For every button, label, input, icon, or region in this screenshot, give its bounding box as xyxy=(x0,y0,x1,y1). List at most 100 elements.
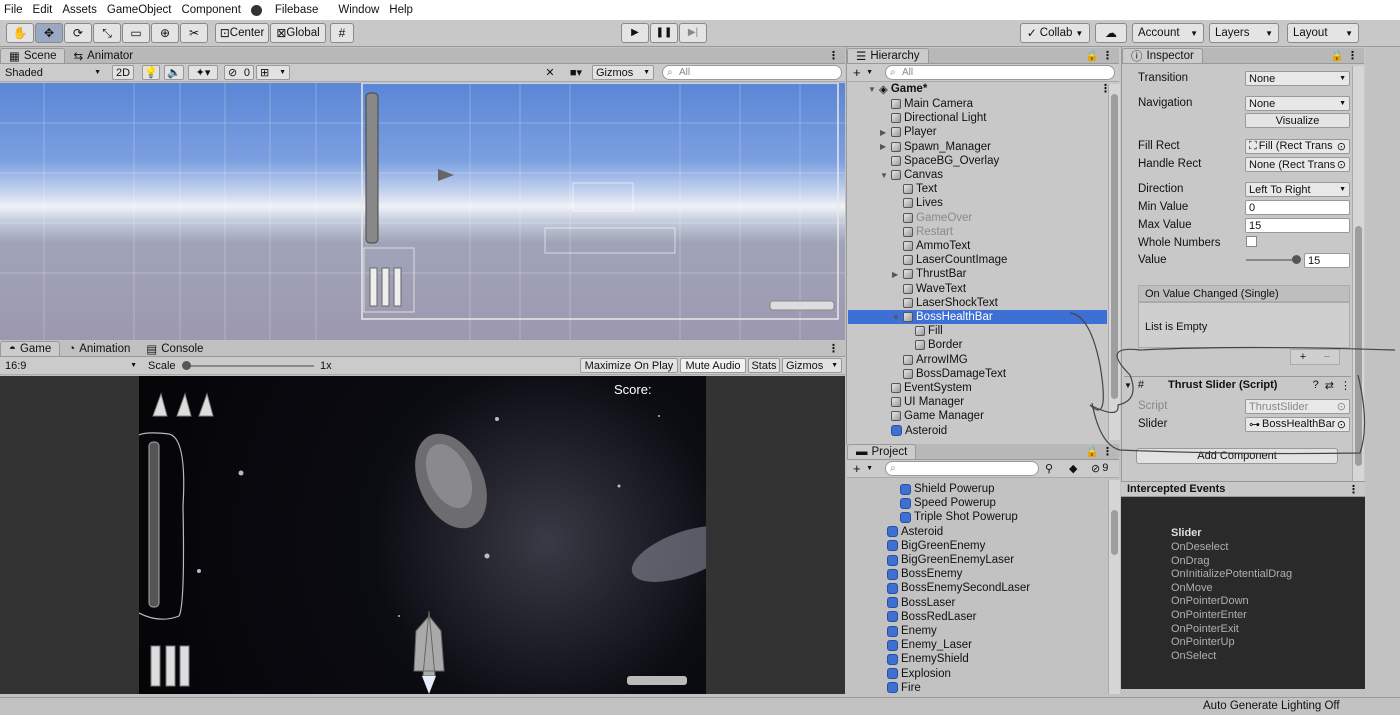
whole-numbers-checkbox[interactable] xyxy=(1246,236,1257,247)
fill-rect-field[interactable]: ⛶ Fill (Rect Trans ⊙ xyxy=(1245,139,1350,154)
rotate-tool-button[interactable]: ⟳ xyxy=(64,23,92,43)
project-item[interactable]: BigGreenEnemy xyxy=(887,539,985,553)
hierarchy-item[interactable]: ▶ ThrustBar xyxy=(892,267,967,281)
scene-search-input[interactable]: ⌕ All xyxy=(662,65,842,80)
scale-tool-button[interactable]: ⤡ xyxy=(93,23,121,43)
play-button[interactable]: ▶ xyxy=(621,23,649,43)
visualize-button[interactable]: Visualize xyxy=(1245,113,1350,128)
more-options-icon[interactable]: ⋮ xyxy=(1102,49,1113,62)
tab-game[interactable]: ◓ Game xyxy=(0,341,61,356)
custom-tool-button[interactable]: ✂ xyxy=(180,23,208,43)
aspect-dropdown[interactable]: 16:9 ▼ xyxy=(2,358,140,373)
lock-icon[interactable]: 🔒 xyxy=(1330,49,1344,62)
expand-arrow-icon[interactable]: ▼ xyxy=(892,313,900,322)
hierarchy-item[interactable]: LaserShockText xyxy=(892,296,998,310)
transform-tool-button[interactable]: ⊕ xyxy=(151,23,179,43)
grid-dropdown[interactable]: ⊞ ▼ xyxy=(256,65,290,80)
more-options-icon[interactable]: ⋮ xyxy=(828,342,839,355)
camera-dropdown[interactable]: ■▾ xyxy=(562,65,590,80)
maximize-on-play-toggle[interactable]: Maximize On Play xyxy=(580,358,678,373)
object-picker-icon[interactable]: ⊙ xyxy=(1337,140,1346,153)
max-value-input[interactable]: 15 xyxy=(1245,218,1350,233)
shading-dropdown[interactable]: Shaded ▼ xyxy=(2,65,104,80)
hierarchy-item[interactable]: WaveText xyxy=(892,282,966,296)
expand-arrow-icon[interactable]: ▼ xyxy=(880,171,888,180)
pause-button[interactable]: ❚❚ xyxy=(650,23,678,43)
value-input[interactable]: 15 xyxy=(1304,253,1350,268)
hierarchy-item[interactable]: UI Manager xyxy=(880,395,964,409)
hierarchy-item[interactable]: Border xyxy=(904,338,963,352)
hand-tool-button[interactable]: ✋ xyxy=(6,23,34,43)
effects-dropdown[interactable]: ✦▾ xyxy=(188,65,218,80)
hierarchy-item[interactable]: Text xyxy=(892,182,937,196)
hierarchy-item[interactable]: GameOver xyxy=(892,211,972,225)
rect-tool-button[interactable]: ▭ xyxy=(122,23,150,43)
scale-slider[interactable] xyxy=(182,361,314,370)
project-scrollbar[interactable] xyxy=(1108,480,1120,694)
tab-animator[interactable]: ⇆ Animator xyxy=(65,48,141,63)
tab-scene[interactable]: ▦ Scene xyxy=(0,48,66,63)
tab-console[interactable]: ▤ Console xyxy=(138,341,211,356)
space-toggle[interactable]: ⊠ Global xyxy=(270,23,326,43)
expand-arrow-icon[interactable]: ▶ xyxy=(892,270,900,279)
scene-viewport[interactable] xyxy=(0,83,845,340)
collab-dropdown[interactable]: ✓ Collab ▼ xyxy=(1020,23,1090,43)
stats-toggle[interactable]: Stats xyxy=(748,358,780,373)
project-item[interactable]: Asteroid xyxy=(887,525,943,539)
hierarchy-item[interactable]: SpaceBG_Overlay xyxy=(880,154,999,168)
menu-filebase[interactable]: Filebase xyxy=(250,4,328,16)
direction-dropdown[interactable]: Left To Right ▼ xyxy=(1245,182,1350,197)
game-viewport[interactable]: Score: xyxy=(139,376,706,694)
hierarchy-item[interactable]: Fill xyxy=(904,324,943,338)
project-item[interactable]: BossRedLaser xyxy=(887,610,976,624)
game-gizmos-dropdown[interactable]: Gizmos ▼ xyxy=(782,358,842,373)
hierarchy-item[interactable]: Lives xyxy=(892,196,943,210)
layout-dropdown[interactable]: Layout ▼ xyxy=(1287,23,1359,43)
menu-help[interactable]: Help xyxy=(389,4,413,16)
menu-file[interactable]: File xyxy=(4,4,23,16)
2d-toggle[interactable]: 2D xyxy=(112,65,134,80)
hierarchy-item[interactable]: Asteroid xyxy=(880,424,947,438)
snap-button[interactable]: # xyxy=(330,23,354,43)
expand-arrow-icon[interactable]: ▶ xyxy=(880,128,888,137)
tools-settings-button[interactable]: ✕ xyxy=(540,65,560,80)
pivot-toggle[interactable]: ⊡ Center xyxy=(215,23,269,43)
move-tool-button[interactable]: ✥ xyxy=(35,23,63,43)
menu-component[interactable]: Component xyxy=(181,4,240,16)
menu-gameobject[interactable]: GameObject xyxy=(107,4,172,16)
tab-inspector[interactable]: ⓘ Inspector xyxy=(1122,48,1203,63)
hierarchy-item[interactable]: Main Camera xyxy=(880,97,973,111)
scale-slider-handle[interactable] xyxy=(182,361,191,370)
hierarchy-item[interactable]: ▶ Player xyxy=(880,125,937,139)
layers-dropdown[interactable]: Layers ▼ xyxy=(1209,23,1279,43)
hierarchy-item[interactable]: AmmoText xyxy=(892,239,970,253)
hierarchy-create-button[interactable]: + ▼ xyxy=(850,65,876,80)
value-slider[interactable] xyxy=(1246,255,1301,264)
project-item[interactable]: Explosion xyxy=(887,667,951,681)
hierarchy-item[interactable]: Game Manager xyxy=(880,409,984,423)
hidden-objects-toggle[interactable]: ⊘ 0 xyxy=(224,65,254,80)
value-slider-handle[interactable] xyxy=(1292,255,1301,264)
hierarchy-item[interactable]: ArrowIMG xyxy=(892,353,968,367)
project-scroll-thumb[interactable] xyxy=(1111,510,1118,555)
menu-assets[interactable]: Assets xyxy=(62,4,97,16)
project-item[interactable]: BossLaser xyxy=(887,596,955,610)
mute-audio-toggle[interactable]: Mute Audio xyxy=(680,358,746,373)
account-dropdown[interactable]: Account ▼ xyxy=(1132,23,1204,43)
more-options-icon[interactable]: ⋮ xyxy=(1347,49,1358,62)
navigation-dropdown[interactable]: None ▼ xyxy=(1245,96,1350,111)
transition-dropdown[interactable]: None ▼ xyxy=(1245,71,1350,86)
tab-hierarchy[interactable]: ☰ Hierarchy xyxy=(847,48,929,63)
object-picker-icon[interactable]: ⊙ xyxy=(1337,158,1346,171)
hierarchy-item[interactable]: Restart xyxy=(892,225,953,239)
more-options-icon[interactable]: ⋮ xyxy=(828,49,839,62)
tab-project[interactable]: ▬ Project xyxy=(847,444,917,459)
project-item[interactable]: BigGreenEnemyLaser xyxy=(887,553,1014,567)
lock-icon[interactable]: 🔒 xyxy=(1085,49,1099,62)
project-item[interactable]: Speed Powerup xyxy=(900,496,996,510)
scene-root-row[interactable]: ▼ ◈ Game* xyxy=(868,82,927,96)
expand-arrow-icon[interactable]: ▶ xyxy=(880,142,888,151)
tab-animation[interactable]: ◔ Animation xyxy=(60,341,138,356)
hierarchy-item[interactable]: BossDamageText xyxy=(892,367,1006,381)
project-item[interactable]: Shield Powerup xyxy=(900,482,995,496)
